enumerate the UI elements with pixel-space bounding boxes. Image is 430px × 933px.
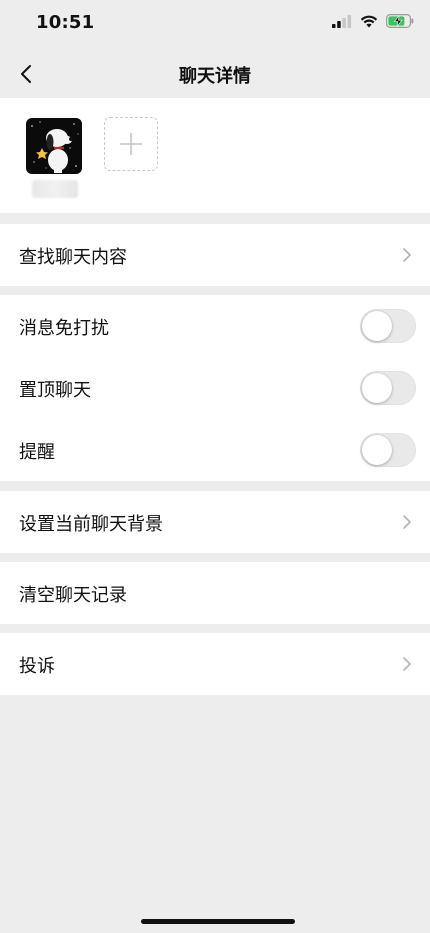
page-title: 聊天详情: [179, 66, 251, 87]
report-label: 投诉: [19, 656, 55, 677]
status-icons: [332, 14, 414, 28]
toggle-knob: [362, 373, 392, 403]
remind-label: 提醒: [19, 442, 55, 463]
member-avatar[interactable]: [26, 118, 82, 174]
clear-history-label: 清空聊天记录: [19, 585, 127, 606]
toggle-knob: [362, 311, 392, 341]
pin-label: 置顶聊天: [19, 380, 91, 401]
chevron-right-icon: [403, 515, 411, 529]
search-history-row[interactable]: 查找聊天内容: [0, 224, 430, 286]
chat-background-label: 设置当前聊天背景: [19, 514, 163, 535]
mute-row: 消息免打扰: [0, 295, 430, 357]
search-history-label: 查找聊天内容: [19, 247, 127, 268]
mute-label: 消息免打扰: [19, 318, 109, 339]
wifi-icon: [360, 15, 378, 27]
chat-background-row[interactable]: 设置当前聊天背景: [0, 491, 430, 553]
chevron-right-icon: [403, 248, 411, 262]
home-indicator: [141, 919, 295, 924]
battery-charging-icon: [386, 14, 414, 28]
status-time: 10:51: [36, 12, 95, 33]
pin-row: 置顶聊天: [0, 357, 430, 419]
clear-history-row[interactable]: 清空聊天记录: [0, 562, 430, 624]
status-bar: 10:51: [0, 0, 430, 50]
signal-icon: [332, 14, 352, 28]
remind-row: 提醒: [0, 419, 430, 481]
nav-bar: 聊天详情: [0, 50, 430, 98]
chevron-right-icon: [403, 657, 411, 671]
snoopy-avatar-image: [26, 118, 82, 174]
pin-toggle[interactable]: [360, 371, 416, 405]
report-row[interactable]: 投诉: [0, 633, 430, 695]
member-name-blurred: [32, 180, 78, 198]
plus-icon: [120, 133, 142, 155]
toggle-knob: [362, 435, 392, 465]
mute-toggle[interactable]: [360, 309, 416, 343]
add-member-button[interactable]: [104, 117, 158, 171]
settings-group: 消息免打扰 置顶聊天 提醒: [0, 295, 430, 481]
remind-toggle[interactable]: [360, 433, 416, 467]
